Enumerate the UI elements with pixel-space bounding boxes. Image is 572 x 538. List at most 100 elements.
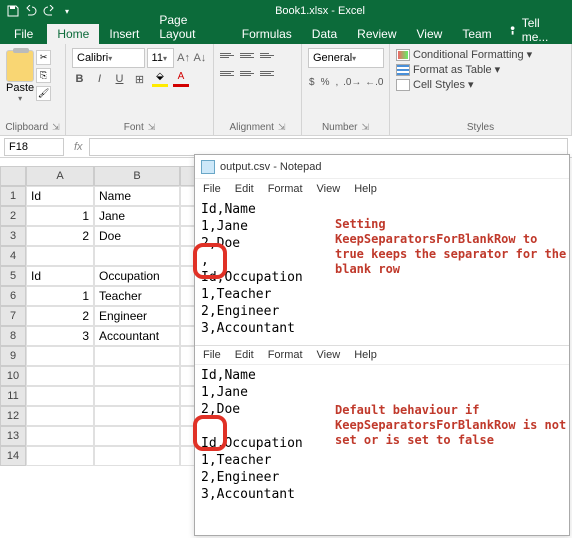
tab-view[interactable]: View <box>407 24 453 44</box>
cell-A4[interactable] <box>26 246 94 266</box>
alignment-dialog-icon[interactable]: ⇲ <box>278 122 286 133</box>
row-header-14[interactable]: 14 <box>0 446 26 466</box>
fill-color-icon[interactable]: ⬙ <box>152 71 168 87</box>
tab-home[interactable]: Home <box>47 24 99 44</box>
tab-data[interactable]: Data <box>302 24 347 44</box>
row-header-12[interactable]: 12 <box>0 406 26 426</box>
formula-input[interactable] <box>89 138 568 156</box>
format-as-table-button[interactable]: Format as Table ▾ <box>396 63 565 76</box>
cell-styles-button[interactable]: Cell Styles ▾ <box>396 78 565 91</box>
font-size-select[interactable]: 11 <box>147 48 175 68</box>
clipboard-dialog-icon[interactable]: ⇲ <box>52 122 60 133</box>
align-top-icon[interactable] <box>220 48 236 62</box>
np-menu-format[interactable]: Format <box>268 183 303 195</box>
np2-menu-view[interactable]: View <box>317 349 341 361</box>
percent-icon[interactable]: % <box>320 73 331 91</box>
cell-A9[interactable] <box>26 346 94 366</box>
align-right-icon[interactable] <box>260 66 276 80</box>
row-header-4[interactable]: 4 <box>0 246 26 266</box>
align-middle-icon[interactable] <box>240 48 256 62</box>
row-header-6[interactable]: 6 <box>0 286 26 306</box>
cell-B11[interactable] <box>94 386 180 406</box>
number-dialog-icon[interactable]: ⇲ <box>362 122 370 133</box>
row-header-8[interactable]: 8 <box>0 326 26 346</box>
cell-A12[interactable] <box>26 406 94 426</box>
cell-A5[interactable]: Id <box>26 266 94 286</box>
save-icon[interactable] <box>6 4 20 18</box>
np-menu-view[interactable]: View <box>317 183 341 195</box>
cell-A1[interactable]: Id <box>26 186 94 206</box>
cell-B4[interactable] <box>94 246 180 266</box>
font-color-icon[interactable]: A <box>173 71 189 87</box>
cell-B12[interactable] <box>94 406 180 426</box>
col-header-A[interactable]: A <box>26 166 94 186</box>
cell-B1[interactable]: Name <box>94 186 180 206</box>
tab-team[interactable]: Team <box>452 24 501 44</box>
row-header-1[interactable]: 1 <box>0 186 26 206</box>
border-icon[interactable]: ⊞ <box>132 71 147 87</box>
increase-decimal-icon[interactable]: .0→ <box>343 73 361 91</box>
np2-menu-help[interactable]: Help <box>354 349 377 361</box>
align-center-icon[interactable] <box>240 66 256 80</box>
font-name-select[interactable]: Calibri <box>72 48 145 68</box>
align-bottom-icon[interactable] <box>260 48 276 62</box>
cell-B3[interactable]: Doe <box>94 226 180 246</box>
currency-icon[interactable]: $ <box>308 73 316 91</box>
cell-B9[interactable] <box>94 346 180 366</box>
cell-A3[interactable]: 2 <box>26 226 94 246</box>
number-format-select[interactable]: General <box>308 48 384 68</box>
align-left-icon[interactable] <box>220 66 236 80</box>
cell-B6[interactable]: Teacher <box>94 286 180 306</box>
conditional-formatting-button[interactable]: Conditional Formatting ▾ <box>396 48 565 61</box>
row-header-5[interactable]: 5 <box>0 266 26 286</box>
underline-button[interactable]: U <box>112 71 127 87</box>
np-menu-edit[interactable]: Edit <box>235 183 254 195</box>
format-painter-icon[interactable]: 🖌 <box>36 86 51 101</box>
cell-B7[interactable]: Engineer <box>94 306 180 326</box>
tab-page-layout[interactable]: Page Layout <box>149 10 231 44</box>
tab-insert[interactable]: Insert <box>99 24 149 44</box>
np2-menu-edit[interactable]: Edit <box>235 349 254 361</box>
copy-icon[interactable]: ⎘ <box>36 68 51 83</box>
np2-menu-file[interactable]: File <box>203 349 221 361</box>
increase-font-icon[interactable]: A↑ <box>176 48 190 68</box>
row-header-9[interactable]: 9 <box>0 346 26 366</box>
tab-formulas[interactable]: Formulas <box>232 24 302 44</box>
row-header-13[interactable]: 13 <box>0 426 26 446</box>
comma-icon[interactable]: , <box>334 73 339 91</box>
cell-A6[interactable]: 1 <box>26 286 94 306</box>
cell-A13[interactable] <box>26 426 94 446</box>
col-header-B[interactable]: B <box>94 166 180 186</box>
row-header-10[interactable]: 10 <box>0 366 26 386</box>
cell-B2[interactable]: Jane <box>94 206 180 226</box>
row-header-2[interactable]: 2 <box>0 206 26 226</box>
tab-file[interactable]: File <box>0 24 47 44</box>
row-header-7[interactable]: 7 <box>0 306 26 326</box>
cell-B5[interactable]: Occupation <box>94 266 180 286</box>
cell-A8[interactable]: 3 <box>26 326 94 346</box>
fx-icon[interactable]: fx <box>68 141 89 153</box>
name-box[interactable]: F18 <box>4 138 64 156</box>
cell-B10[interactable] <box>94 366 180 386</box>
paste-button[interactable]: Paste ▾ <box>6 48 34 103</box>
cell-A10[interactable] <box>26 366 94 386</box>
cell-A7[interactable]: 2 <box>26 306 94 326</box>
cell-A14[interactable] <box>26 446 94 466</box>
tell-me[interactable]: Tell me... <box>502 16 572 44</box>
undo-icon[interactable] <box>24 4 38 18</box>
tab-review[interactable]: Review <box>347 24 406 44</box>
row-header-3[interactable]: 3 <box>0 226 26 246</box>
select-all-corner[interactable] <box>0 166 26 186</box>
np-menu-help[interactable]: Help <box>354 183 377 195</box>
redo-icon[interactable] <box>42 4 56 18</box>
cell-B13[interactable] <box>94 426 180 446</box>
cell-B8[interactable]: Accountant <box>94 326 180 346</box>
cell-A2[interactable]: 1 <box>26 206 94 226</box>
np-menu-file[interactable]: File <box>203 183 221 195</box>
decrease-font-icon[interactable]: A↓ <box>193 48 207 68</box>
cell-A11[interactable] <box>26 386 94 406</box>
qat-more-icon[interactable]: ▾ <box>60 4 74 18</box>
font-dialog-icon[interactable]: ⇲ <box>148 122 156 133</box>
bold-button[interactable]: B <box>72 71 87 87</box>
row-header-11[interactable]: 11 <box>0 386 26 406</box>
